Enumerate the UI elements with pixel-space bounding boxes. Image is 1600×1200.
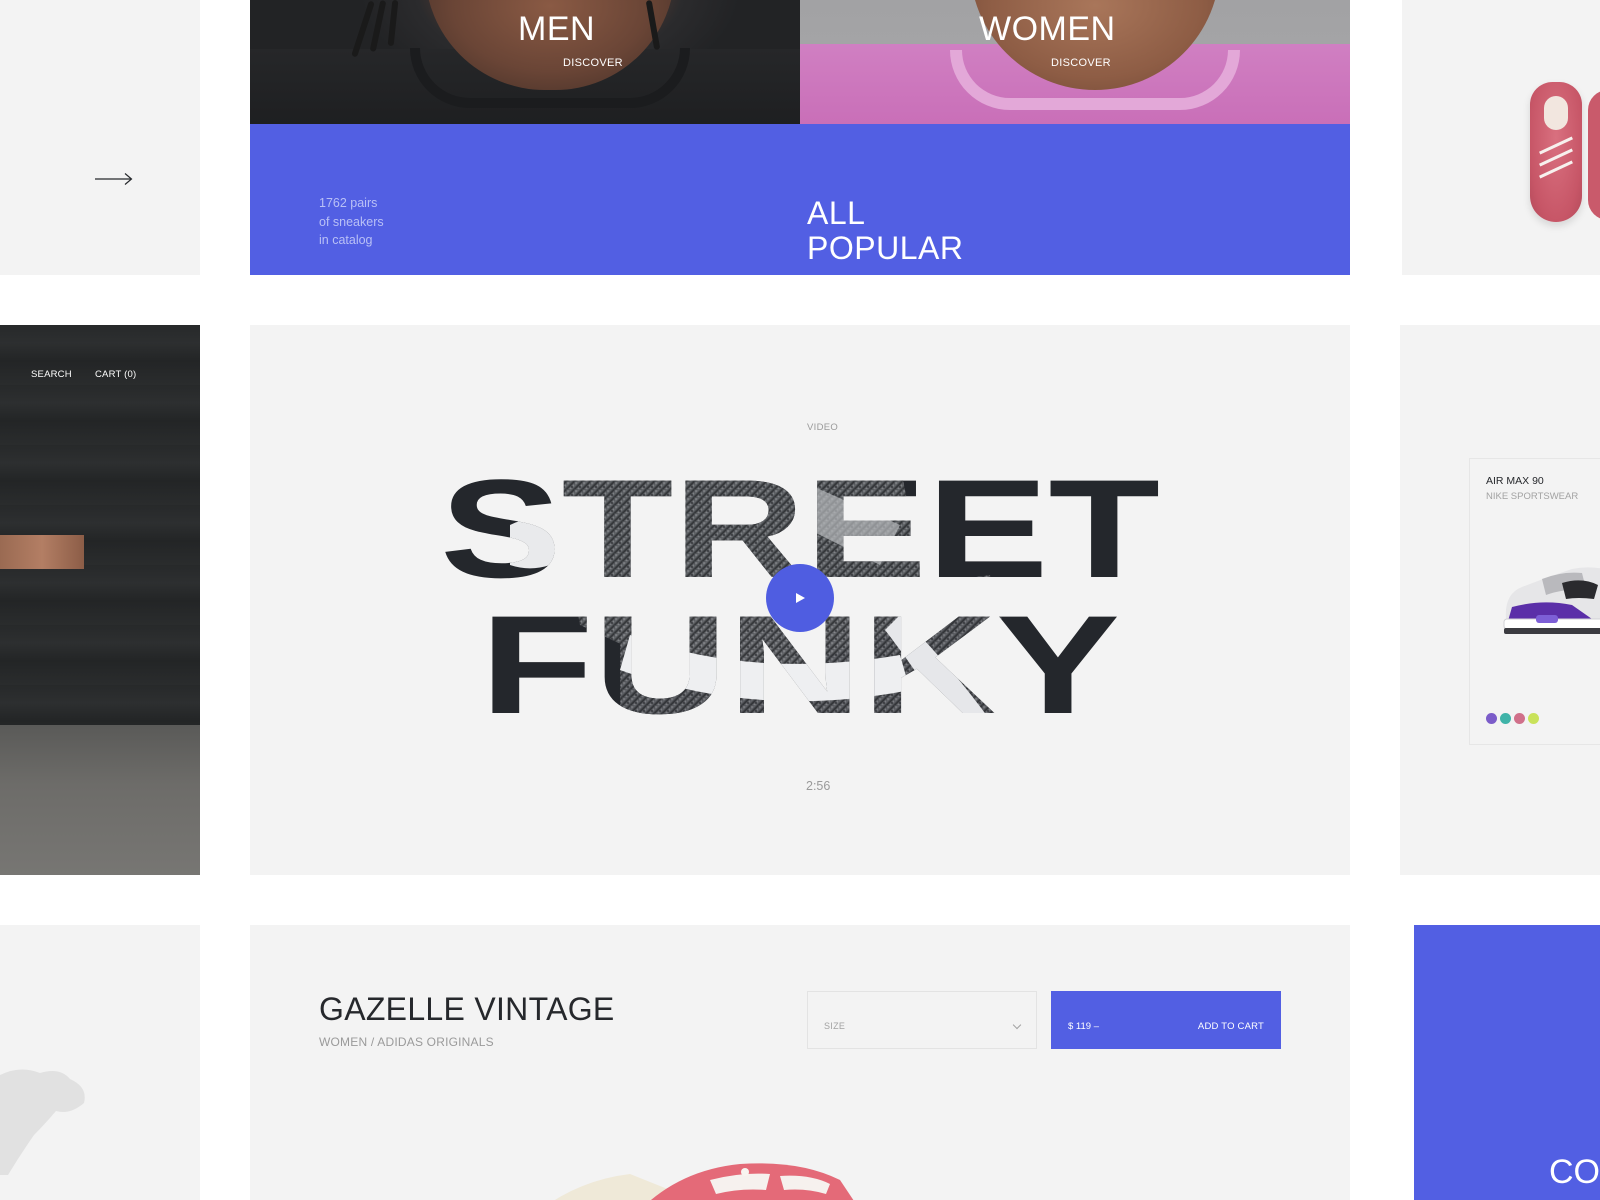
product-title: GAZELLE VINTAGE: [319, 991, 615, 1027]
gazelle-sneaker-image: [554, 1163, 854, 1200]
catalog-count: 1762 pairs of sneakers in catalog: [319, 196, 384, 247]
color-swatch-pink[interactable]: [1514, 713, 1525, 724]
street-photo-panel: [0, 325, 200, 875]
video-duration: 2:56: [806, 779, 831, 793]
play-icon: [796, 593, 805, 603]
women-title: WOMEN: [979, 10, 1116, 48]
size-select[interactable]: SIZE: [807, 991, 1037, 1049]
size-label: SIZE: [824, 1021, 846, 1031]
arrow-right-icon[interactable]: [95, 172, 133, 186]
men-discover-link[interactable]: DISCOVER: [563, 57, 623, 69]
search-link[interactable]: SEARCH: [31, 369, 72, 380]
product-brand: NIKE SPORTSWEAR: [1486, 491, 1579, 502]
video-label: VIDEO: [807, 422, 839, 433]
map-panel: [0, 925, 200, 1200]
product-price: $ 119 –: [1068, 1021, 1099, 1032]
cart-link[interactable]: CART (0): [95, 369, 136, 380]
promo-text: CO: [1549, 1153, 1600, 1191]
play-button[interactable]: [766, 564, 834, 632]
color-swatches: [1486, 713, 1539, 724]
product-name: AIR MAX 90: [1486, 475, 1544, 487]
next-promo-panel: CO: [1414, 925, 1600, 1200]
add-to-cart-button[interactable]: $ 119 – ADD TO CART: [1051, 991, 1281, 1049]
all-popular-link[interactable]: ALL POPULAR: [807, 196, 963, 266]
map-image: [0, 1069, 85, 1175]
sneaker-image: [1530, 82, 1582, 222]
next-slide-panel: [1402, 0, 1600, 275]
men-title: MEN: [518, 10, 596, 48]
prev-slide-panel: [0, 0, 200, 275]
color-swatch-lime[interactable]: [1528, 713, 1539, 724]
chevron-down-icon: [1012, 1020, 1022, 1030]
side-product-panel: AIR MAX 90 NIKE SPORTSWEAR: [1400, 325, 1600, 875]
color-swatch-purple[interactable]: [1486, 713, 1497, 724]
women-discover-link[interactable]: DISCOVER: [1051, 57, 1111, 69]
product-subtitle: WOMEN / ADIDAS ORIGINALS: [319, 1035, 494, 1049]
add-to-cart-label: ADD TO CART: [1197, 1021, 1264, 1032]
product-card-air-max-90[interactable]: AIR MAX 90 NIKE SPORTSWEAR: [1469, 458, 1600, 745]
sneaker-image: [1503, 567, 1600, 634]
color-swatch-teal[interactable]: [1500, 713, 1511, 724]
